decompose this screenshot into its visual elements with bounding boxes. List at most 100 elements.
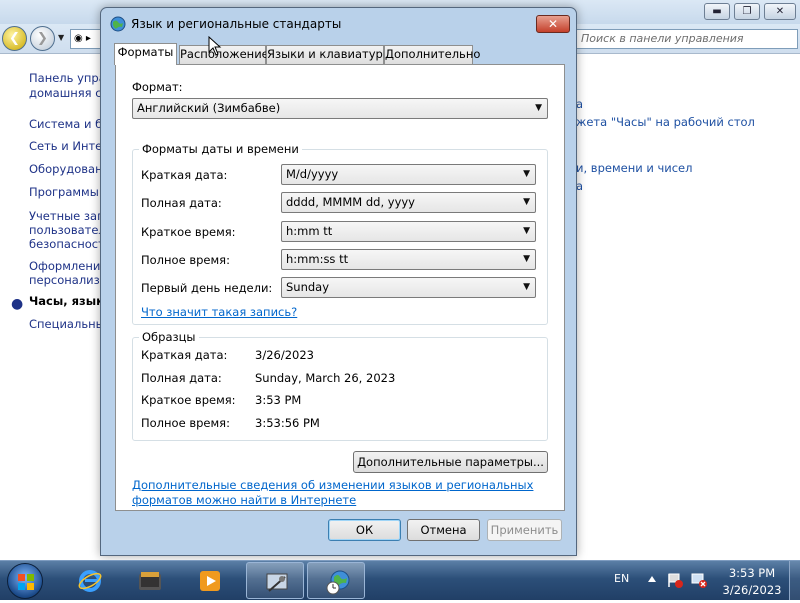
format-label: Формат: [132,80,183,94]
sidebar-item-accessibility[interactable]: Специальные [29,317,109,332]
sidebar-item-appearance[interactable]: Оформление и [29,259,109,274]
taskbar-internet-explorer[interactable] [60,562,118,599]
long-time-label: Полное время: [141,253,230,267]
back-arrow-icon: ❮ [9,31,20,46]
notation-help-link[interactable]: Что значит такая запись? [141,305,297,319]
format-value: Английский (Зимбабве) [137,101,281,115]
network-disconnected-icon[interactable] [690,571,708,589]
control-panel-icon [266,573,288,592]
show-desktop-button[interactable] [789,561,800,600]
formats-tab-panel: Формат: Английский (Зимбабве) ▼ Форматы … [115,64,565,511]
close-button[interactable]: ✕ [764,3,796,20]
control-panel-link[interactable]: а [576,97,583,111]
first-day-label: Первый день недели: [141,281,273,295]
first-day-select[interactable]: Sunday ▼ [281,277,536,298]
sidebar-item-home[interactable]: Панель управления [29,71,109,86]
dropdown-arrow-icon: ▼ [523,254,530,264]
tab-location[interactable]: Расположение [179,45,269,64]
dropdown-arrow-icon: ▼ [523,282,530,292]
dropdown-arrow-icon: ▼ [523,197,530,207]
forward-button[interactable]: ❯ [30,26,55,51]
cancel-button[interactable]: Отмена [407,519,480,541]
add-clock-gadget-link[interactable]: жета "Часы" на рабочий стол [576,115,755,129]
tab-administrative[interactable]: Дополнительно [384,45,480,64]
sidebar-item-home[interactable]: домашняя страница [29,86,109,101]
dialog-title: Язык и региональные стандарты [131,17,342,31]
minimize-button[interactable]: ▬ [704,3,730,20]
sample-long-time-label: Полное время: [141,416,230,430]
clock-date[interactable]: 3/26/2023 [716,583,788,597]
media-player-icon [200,571,220,591]
long-time-select[interactable]: h:mm:ss tt ▼ [281,249,536,270]
samples-title: Образцы [139,330,199,344]
datetime-formats-title: Форматы даты и времени [139,142,302,156]
more-info-link[interactable]: форматов можно найти в Интернете [132,493,356,507]
taskbar-control-panel[interactable] [246,562,304,599]
back-button[interactable]: ❮ [2,26,27,51]
current-item-bullet-icon: ● [11,296,24,312]
long-date-value: dddd, MMMM dd, yyyy [286,195,415,209]
sidebar-item-clock-language[interactable]: Часы, язык [29,294,109,309]
globe-clock-icon [326,570,350,595]
long-date-select[interactable]: dddd, MMMM dd, yyyy ▼ [281,192,536,213]
dialog-close-button[interactable]: ✕ [536,15,570,33]
sample-short-date-label: Краткая дата: [141,348,228,362]
taskbar-media-player[interactable] [180,562,238,599]
more-info-link[interactable]: Дополнительные сведения об изменении язы… [132,478,533,492]
maximize-button[interactable]: ❐ [734,3,760,20]
short-date-label: Краткая дата: [141,168,228,182]
sample-long-time-value: 3:53:56 PM [255,416,320,430]
dropdown-arrow-icon: ▼ [523,226,530,236]
format-select[interactable]: Английский (Зимбабве) ▼ [132,98,548,119]
sidebar-item-system-security[interactable]: Система и безопасность [29,117,109,132]
address-bar[interactable]: ◉ ▸ [70,29,102,49]
region-language-dialog: Язык и региональные стандарты ✕ Форматы … [100,7,577,556]
taskbar: EN 3:53 PM 3/26/2023 [0,560,800,600]
sample-long-date-label: Полная дата: [141,371,222,385]
sample-short-date-value: 3/26/2023 [255,348,314,362]
mouse-cursor-icon [208,36,222,56]
tab-languages-keyboards[interactable]: Языки и клавиатуры [266,45,392,64]
close-icon: ✕ [547,17,559,31]
long-date-label: Полная дата: [141,196,222,210]
sidebar-item-hardware[interactable]: Оборудование и звук [29,162,109,177]
folder-icon [139,572,161,590]
forward-arrow-icon: ❯ [37,31,48,46]
sample-short-time-value: 3:53 PM [255,393,302,407]
show-hidden-icons-icon[interactable] [647,574,657,584]
ok-button[interactable]: ОК [328,519,401,541]
start-button[interactable] [7,563,43,599]
taskbar-explorer[interactable] [120,562,178,599]
sidebar-item-user-accounts[interactable]: пользователей и [29,223,109,238]
dropdown-arrow-icon: ▼ [523,169,530,179]
dropdown-arrow-icon: ▼ [535,103,542,113]
short-date-value: M/d/yyyy [286,167,339,181]
change-formats-link[interactable]: и, времени и чисел [576,161,692,175]
taskbar-region-language[interactable] [307,562,365,599]
short-time-select[interactable]: h:mm tt ▼ [281,221,536,242]
short-time-label: Краткое время: [141,225,236,239]
long-time-value: h:mm:ss tt [286,252,349,266]
sidebar-item-network[interactable]: Сеть и Интернет [29,139,109,154]
clock-time[interactable]: 3:53 PM [722,566,782,580]
short-date-select[interactable]: M/d/yyyy ▼ [281,164,536,185]
recent-pages-dropdown-icon[interactable]: ▼ [58,33,64,42]
globe-icon [110,16,126,32]
apply-button[interactable]: Применить [487,519,562,541]
internet-explorer-icon [78,570,102,592]
sidebar-item-user-accounts[interactable]: Учетные записи [29,209,109,224]
sidebar-item-user-accounts[interactable]: безопасность [29,237,109,252]
control-panel-link[interactable]: а [576,179,583,193]
action-center-flag-icon[interactable] [666,571,684,589]
language-indicator[interactable]: EN [614,572,629,585]
short-time-value: h:mm tt [286,224,333,238]
sidebar-item-appearance[interactable]: персонализация [29,273,109,288]
sidebar-item-programs[interactable]: Программы [29,185,109,200]
sample-short-time-label: Краткое время: [141,393,236,407]
search-input[interactable]: Поиск в панели управления [576,29,798,49]
windows-logo-icon [18,574,34,590]
sample-long-date-value: Sunday, March 26, 2023 [255,371,396,385]
additional-settings-button[interactable]: Дополнительные параметры... [353,451,548,473]
first-day-value: Sunday [286,280,330,294]
tab-formats[interactable]: Форматы [114,43,177,65]
